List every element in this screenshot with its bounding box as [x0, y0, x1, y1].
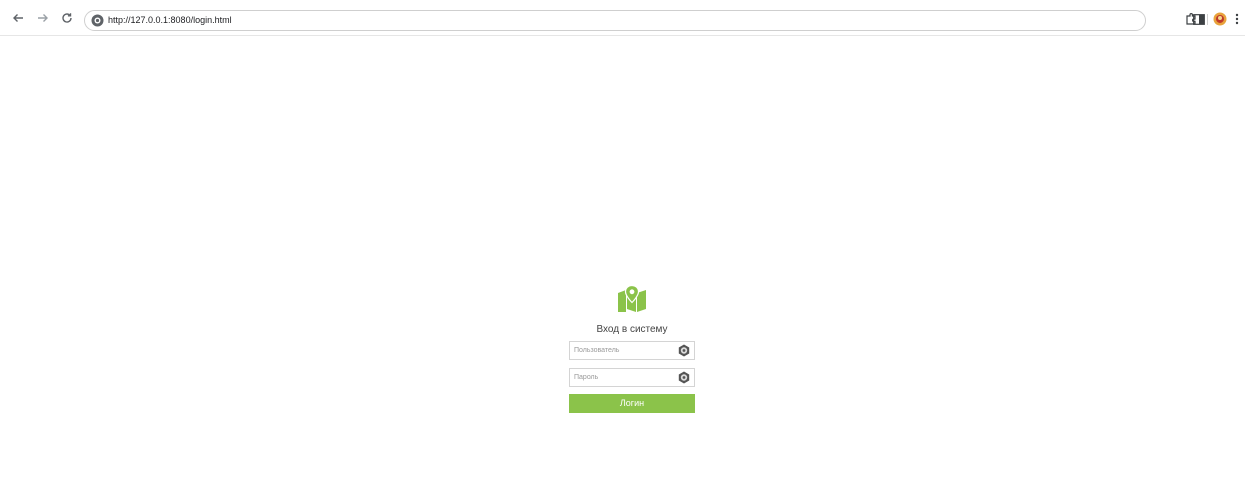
- password-input[interactable]: [570, 369, 676, 386]
- back-icon[interactable]: [11, 11, 25, 25]
- login-title: Вход в систему: [596, 324, 668, 335]
- lock-badge-icon: [678, 371, 690, 384]
- login-button[interactable]: Логин: [569, 394, 695, 413]
- menu-icon[interactable]: [1233, 12, 1241, 26]
- reload-icon[interactable]: [60, 11, 74, 25]
- forward-icon[interactable]: [36, 11, 50, 25]
- site-info-icon[interactable]: [91, 14, 104, 27]
- profile-icon[interactable]: [1213, 12, 1227, 26]
- side-panel-icon[interactable]: [1192, 12, 1206, 26]
- username-input[interactable]: [570, 342, 676, 359]
- map-pin-icon: [618, 285, 646, 312]
- toolbar-separator: [1207, 14, 1208, 25]
- password-field-wrapper: [569, 368, 695, 387]
- browser-toolbar: http://127.0.0.1:8080/login.html: [0, 0, 1245, 36]
- url-text: http://127.0.0.1:8080/login.html: [108, 15, 232, 25]
- username-field-wrapper: [569, 341, 695, 360]
- address-bar[interactable]: http://127.0.0.1:8080/login.html: [84, 10, 1146, 31]
- user-badge-icon: [678, 344, 690, 357]
